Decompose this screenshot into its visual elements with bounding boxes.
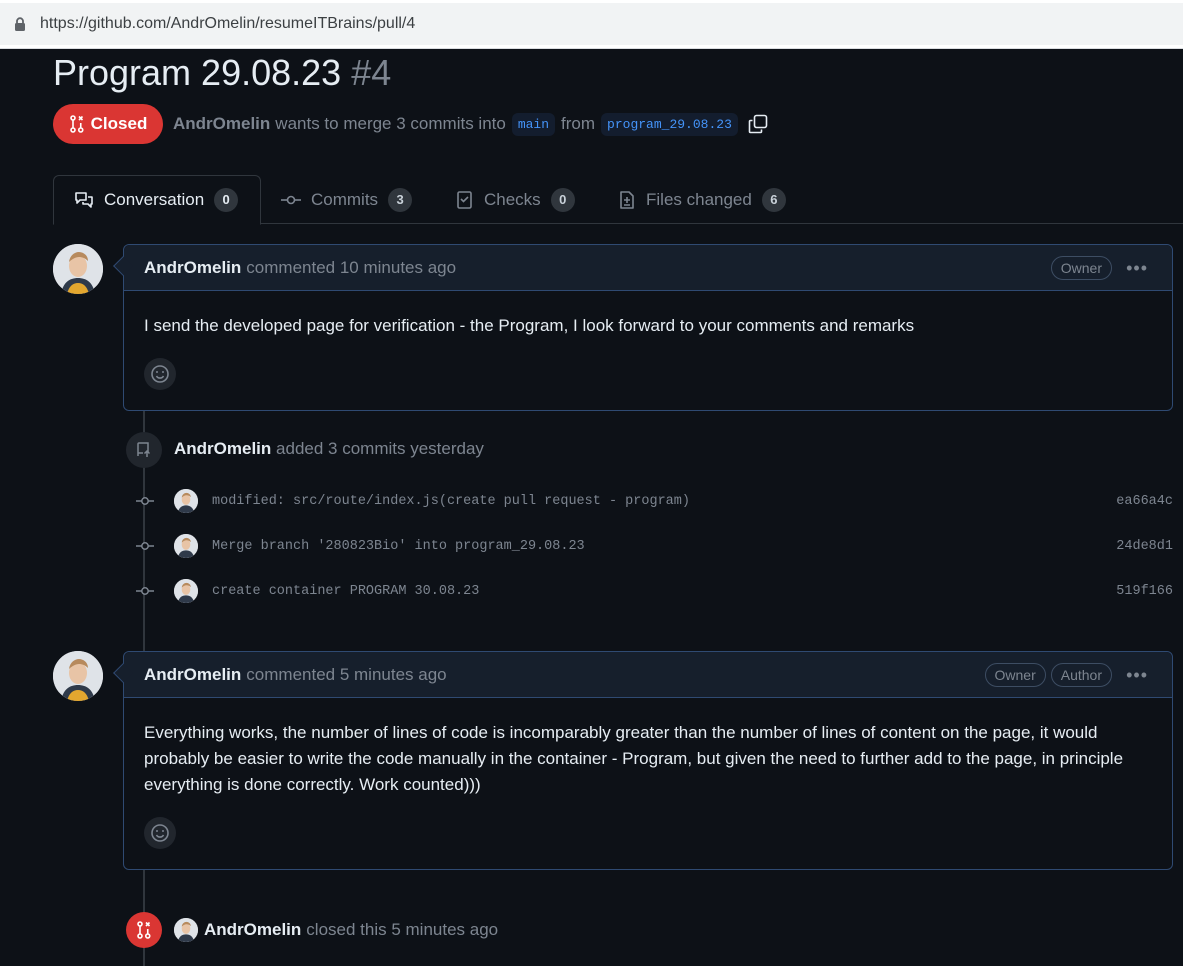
base-branch[interactable]: main <box>511 112 556 136</box>
conversation-icon <box>75 192 93 208</box>
owner-badge: Owner <box>1050 256 1112 280</box>
closed-event-avatar[interactable] <box>174 918 198 942</box>
commit-row: modified: src/route/index.js(create pull… <box>130 486 1173 516</box>
tab-label: Conversation <box>104 190 205 209</box>
state-badge: Closed <box>53 104 163 144</box>
tab-commits[interactable]: Commits 3 <box>281 175 413 224</box>
tab-counter: 0 <box>550 187 575 212</box>
comment-body: Everything works, the number of lines of… <box>144 723 1124 794</box>
pr-title-text: Program 29.08.23 <box>53 52 342 93</box>
commit-sha[interactable]: 24de8d1 <box>1116 539 1173 554</box>
avatar[interactable] <box>53 244 103 294</box>
avatar[interactable] <box>53 651 103 701</box>
role-badges: Owner <box>1050 256 1112 280</box>
commit-message[interactable]: create container PROGRAM 30.08.23 <box>212 584 479 599</box>
kebab-icon[interactable]: ••• <box>1126 258 1148 279</box>
tab-files-changed[interactable]: Files changed 6 <box>618 175 786 224</box>
lock-icon[interactable] <box>14 17 26 31</box>
comment-card: AndrOmelin commented 10 minutes ago Owne… <box>113 244 1173 411</box>
smiley-icon <box>151 365 169 383</box>
browser-address-bar: https://github.com/AndrOmelin/resumeITBr… <box>0 0 1183 49</box>
role-badges: Owner Author <box>984 663 1112 687</box>
page-title: Program 29.08.23 #4 <box>53 52 391 94</box>
commit-icon <box>130 496 160 506</box>
diff-icon <box>620 190 634 209</box>
event-author[interactable]: AndrOmelin <box>174 439 271 458</box>
kebab-icon[interactable]: ••• <box>1126 665 1148 686</box>
comment-author[interactable]: AndrOmelin <box>144 665 241 685</box>
pr-tabs: Conversation 0 Commits 3 Checks 0 Files … <box>53 175 1183 225</box>
add-reaction-button[interactable] <box>144 817 176 849</box>
commit-icon <box>130 541 160 551</box>
url-text[interactable]: https://github.com/AndrOmelin/resumeITBr… <box>40 15 415 33</box>
checks-icon <box>457 190 472 209</box>
add-reaction-button[interactable] <box>144 358 176 390</box>
comment-card: AndrOmelin commented 5 minutes ago Owner… <box>113 651 1173 870</box>
pr-closed-icon <box>69 115 84 133</box>
tab-counter: 0 <box>214 188 239 212</box>
commit-avatar[interactable] <box>174 489 198 513</box>
pr-closed-icon <box>126 912 162 948</box>
state-label: Closed <box>90 114 148 133</box>
commit-row: Merge branch '280823Bio' into program_29… <box>130 531 1173 561</box>
commit-message[interactable]: modified: src/route/index.js(create pull… <box>212 494 690 509</box>
comment-timestamp[interactable]: commented 10 minutes ago <box>246 258 456 278</box>
commit-icon <box>281 195 301 204</box>
tab-counter: 3 <box>388 187 413 212</box>
repo-push-icon <box>126 432 162 468</box>
commit-avatar[interactable] <box>174 579 198 603</box>
tab-label: Commits <box>311 189 379 209</box>
commit-sha[interactable]: ea66a4c <box>1116 494 1173 509</box>
event-description: added 3 commits yesterday <box>276 439 484 458</box>
comment-header: AndrOmelin commented 10 minutes ago Owne… <box>113 245 1172 291</box>
comment-timestamp[interactable]: commented 5 minutes ago <box>246 665 446 685</box>
closed-event: AndrOmelin closed this 5 minutes ago <box>174 916 498 944</box>
pr-number: #4 <box>351 52 392 93</box>
merge-text: wants to merge 3 commits into <box>275 114 506 133</box>
comment-author[interactable]: AndrOmelin <box>144 258 241 278</box>
tab-label: Checks <box>484 189 541 209</box>
url-field[interactable]: https://github.com/AndrOmelin/resumeITBr… <box>0 3 1183 45</box>
commit-avatar[interactable] <box>174 534 198 558</box>
comment-header: AndrOmelin commented 5 minutes ago Owner… <box>113 652 1172 698</box>
commit-sha[interactable]: 519f166 <box>1116 584 1173 599</box>
commit-message[interactable]: Merge branch '280823Bio' into program_29… <box>212 539 585 554</box>
event-description: closed this 5 minutes ago <box>306 920 499 939</box>
event-author[interactable]: AndrOmelin <box>204 920 301 940</box>
tab-counter: 6 <box>761 187 786 212</box>
commit-row: create container PROGRAM 30.08.23 519f16… <box>130 576 1173 606</box>
comment-arrow <box>113 256 133 276</box>
comment-body: I send the developed page for verificati… <box>144 316 915 335</box>
author-badge: Author <box>1050 663 1112 687</box>
merge-from-text: from <box>561 114 596 133</box>
tab-label: Files changed <box>646 189 752 209</box>
commit-event-text: AndrOmelin added 3 commits yesterday <box>174 439 484 459</box>
commit-icon <box>130 586 160 596</box>
pr-author-link[interactable]: AndrOmelin <box>173 114 270 134</box>
copy-icon[interactable] <box>748 114 768 134</box>
comment-arrow <box>113 663 133 683</box>
pr-meta: AndrOmelin wants to merge 3 commits into… <box>173 110 768 138</box>
owner-badge: Owner <box>984 663 1046 687</box>
head-branch[interactable]: program_29.08.23 <box>601 112 738 136</box>
tab-conversation[interactable]: Conversation 0 <box>53 175 261 225</box>
smiley-icon <box>151 824 169 842</box>
tab-checks[interactable]: Checks 0 <box>456 175 575 224</box>
